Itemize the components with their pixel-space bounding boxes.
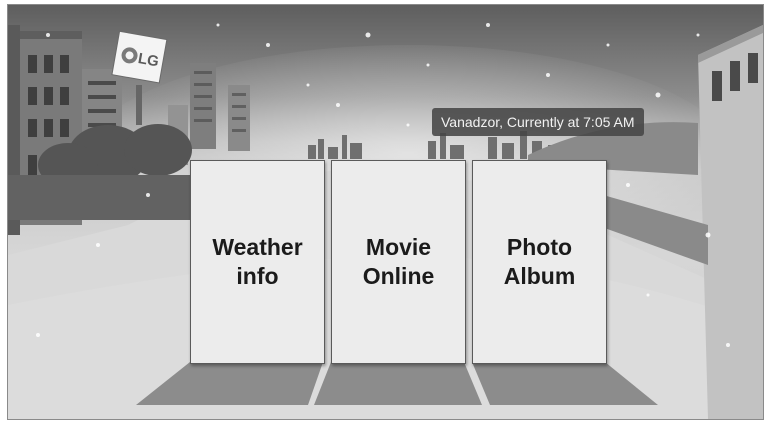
movie-online-label: Movie Online — [362, 234, 435, 289]
lg-logo-text: LG — [137, 50, 160, 70]
photo-album-tile[interactable]: Photo Album — [472, 160, 607, 364]
photo-album-label: Photo Album — [503, 234, 576, 289]
weather-info-tile[interactable]: Weather info — [190, 160, 325, 364]
tv-home-screen: LG Vanadzor, Currently at 7:05 AM Weathe… — [7, 4, 764, 420]
weather-info-label: Weather info — [212, 234, 303, 289]
location-time-label: Vanadzor, Currently at 7:05 AM — [432, 108, 644, 136]
movie-online-tile[interactable]: Movie Online — [331, 160, 466, 364]
